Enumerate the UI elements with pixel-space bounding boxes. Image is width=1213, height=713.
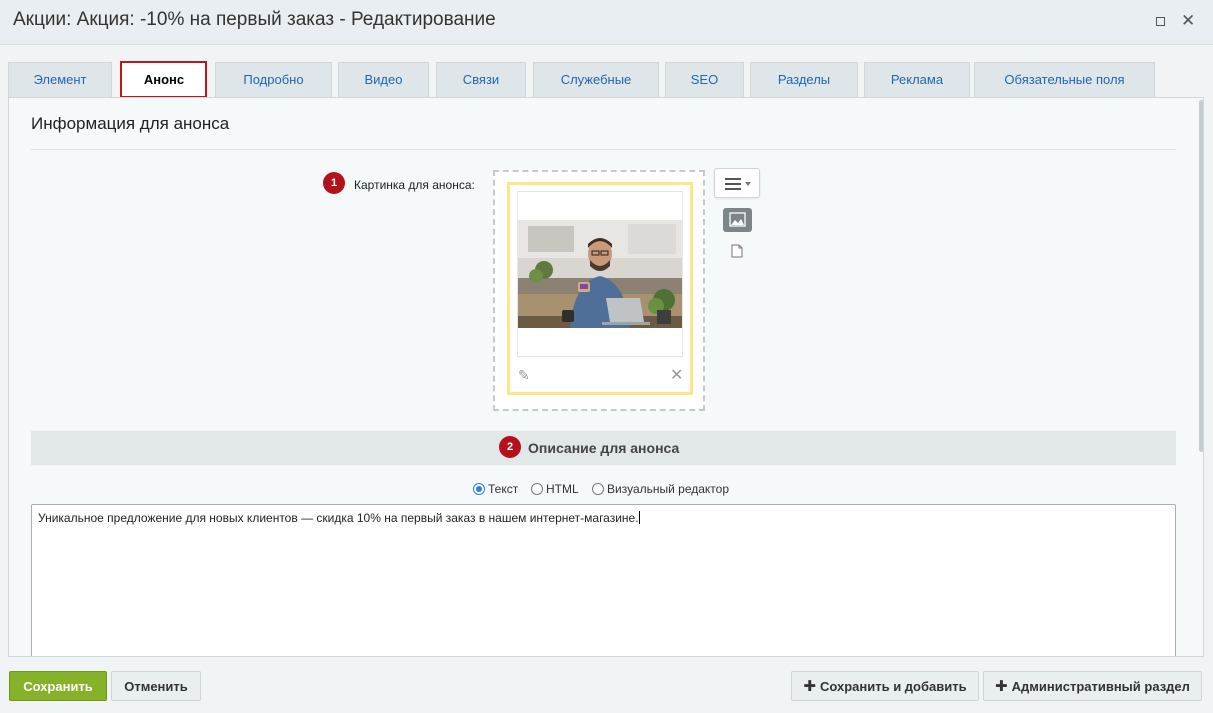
section-divider — [31, 149, 1176, 150]
image-source-icon[interactable] — [723, 208, 752, 232]
maximize-icon[interactable] — [1153, 14, 1167, 28]
description-text: Уникальное предложение для новых клиенто… — [38, 511, 639, 525]
description-section-header: 2 Описание для анонса — [31, 431, 1176, 465]
radio-html-label: HTML — [546, 482, 579, 496]
radio-dot — [592, 483, 604, 495]
tab-video[interactable]: Видео — [338, 62, 429, 98]
save-and-add-label: Сохранить и добавить — [819, 679, 967, 694]
admin-section-button[interactable]: ✚ Административный раздел — [983, 671, 1202, 701]
admin-section-label: Административный раздел — [1011, 679, 1190, 694]
hamburger-icon — [725, 178, 741, 193]
radio-visual-editor[interactable]: Визуальный редактор — [592, 482, 729, 496]
step-badge-2: 2 — [499, 436, 521, 458]
tab-sections[interactable]: Разделы — [750, 62, 858, 98]
description-textarea[interactable]: Уникальное предложение для новых клиенто… — [31, 504, 1176, 656]
radio-html[interactable]: HTML — [531, 482, 579, 496]
tab-ads[interactable]: Реклама — [864, 62, 970, 98]
chevron-down-icon — [745, 182, 751, 186]
scrollbar-thumb[interactable] — [1199, 100, 1203, 452]
radio-text[interactable]: Текст — [473, 482, 518, 496]
close-icon[interactable]: ✕ — [1181, 12, 1195, 29]
tab-required-fields[interactable]: Обязательные поля — [974, 62, 1155, 98]
radio-dot — [473, 483, 485, 495]
file-icon[interactable] — [731, 244, 743, 263]
cancel-button[interactable]: Отменить — [111, 671, 201, 701]
tab-element[interactable]: Элемент — [8, 62, 112, 98]
image-options-menu-button[interactable] — [714, 168, 760, 198]
description-title: Описание для анонса — [528, 440, 680, 456]
text-cursor — [638, 511, 640, 524]
tab-service[interactable]: Служебные — [533, 62, 659, 98]
save-button[interactable]: Сохранить — [9, 671, 107, 701]
preview-photo — [518, 220, 682, 328]
radio-text-label: Текст — [488, 482, 519, 496]
image-preview-card: ✎ ✕ — [507, 182, 693, 395]
radio-visual-editor-label: Визуальный редактор — [607, 482, 730, 496]
panel-scrollbar[interactable] — [1198, 98, 1203, 656]
window-title: Акции: Акция: -10% на первый заказ - Ред… — [13, 9, 496, 30]
delete-image-icon[interactable]: ✕ — [670, 365, 683, 385]
image-dropzone[interactable]: ✎ ✕ — [493, 170, 705, 411]
preview-image-label: Картинка для анонса: — [354, 178, 475, 192]
save-and-add-button[interactable]: ✚ Сохранить и добавить — [791, 671, 979, 701]
dialog-footer: Сохранить Отменить ✚ Сохранить и добавить… — [0, 657, 1213, 713]
image-preview-frame — [517, 191, 683, 357]
tab-content-panel: Информация для анонса 1 Картинка для ано… — [8, 97, 1204, 657]
tab-links[interactable]: Связи — [436, 62, 526, 98]
plus-icon: ✚ — [803, 678, 816, 695]
tab-details[interactable]: Подробно — [215, 62, 332, 98]
pencil-icon[interactable]: ✎ — [518, 367, 530, 384]
section-title: Информация для анонса — [31, 114, 230, 133]
tab-announce[interactable]: Анонс — [121, 62, 207, 98]
step-badge-1: 1 — [323, 172, 345, 194]
radio-dot — [531, 483, 543, 495]
tab-seo[interactable]: SEO — [665, 62, 744, 98]
window-titlebar: Акции: Акция: -10% на первый заказ - Ред… — [0, 0, 1213, 45]
plus-icon: ✚ — [995, 678, 1008, 695]
